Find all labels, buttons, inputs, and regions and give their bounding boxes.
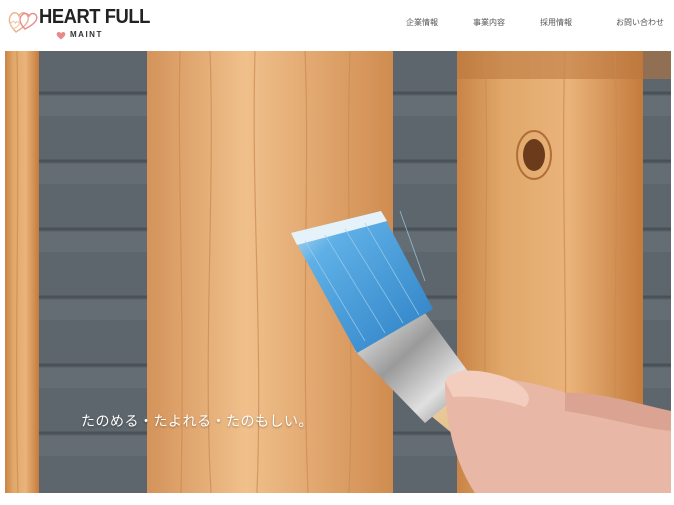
site-header: HEART FULL MAINT 企業情報 事業内容 採用情報 お問い合わせ: [0, 0, 674, 48]
small-heart-icon: [56, 32, 66, 40]
logo-title: HEART FULL: [39, 6, 150, 28]
nav-item-business[interactable]: 事業内容: [473, 17, 505, 28]
hero-section: たのめる・たよれる・たのもしい。: [5, 51, 671, 493]
nav-item-company[interactable]: 企業情報: [406, 17, 438, 28]
logo-subtitle: MAINT: [70, 30, 103, 39]
nav-item-recruit[interactable]: 採用情報: [540, 17, 572, 28]
hero-tagline: たのめる・たよれる・たのもしい。: [81, 414, 313, 430]
nav-item-contact[interactable]: お問い合わせ: [616, 17, 664, 28]
site-logo[interactable]: HEART FULL MAINT: [7, 6, 150, 44]
heart-logo-icon: [8, 12, 38, 33]
